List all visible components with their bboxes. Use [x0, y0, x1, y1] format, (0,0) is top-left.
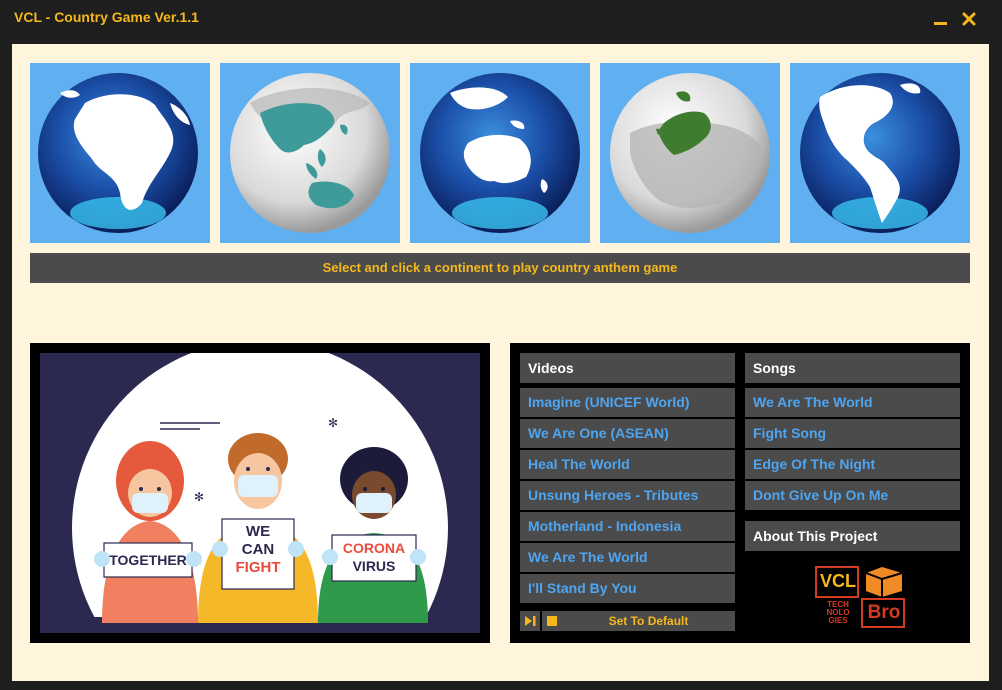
sign-we-can-fight: WE CAN FIGHT — [222, 523, 294, 577]
svg-text:✻: ✻ — [194, 490, 204, 504]
sign-corona: CORONA — [342, 540, 406, 556]
sign-fight: FIGHT — [235, 559, 281, 576]
continent-africa-tile[interactable] — [30, 63, 210, 243]
vcl-bro-logo: VCL TECH NOLO GIES Bro — [810, 565, 910, 629]
stop-button[interactable] — [542, 611, 562, 631]
title-bar: VCL - Country Game Ver.1.1 — [0, 0, 1002, 44]
song-item[interactable]: We Are The World — [745, 388, 960, 417]
illustration-art: ✻ ✻ — [40, 353, 480, 633]
europe-globe-icon — [610, 73, 770, 233]
sign-we: WE — [245, 523, 271, 540]
continent-america-tile[interactable] — [790, 63, 970, 243]
video-item[interactable]: I'll Stand By You — [520, 574, 735, 603]
song-item[interactable]: Edge Of The Night — [745, 450, 960, 479]
continent-europe-tile[interactable] — [600, 63, 780, 243]
stop-icon — [547, 616, 557, 626]
logo-technologies-text: TECH NOLO GIES — [818, 601, 858, 625]
sign-can: CAN — [241, 541, 275, 558]
logo-vcl-text: VCL — [820, 571, 856, 591]
video-item[interactable]: We Are One (ASEAN) — [520, 419, 735, 448]
minimize-icon — [934, 22, 947, 25]
set-to-default-button[interactable]: Set To Default — [562, 611, 735, 631]
america-globe-icon — [800, 73, 960, 233]
sign-virus: VIRUS — [352, 558, 396, 574]
svg-text:✻: ✻ — [328, 416, 338, 430]
logo-gies: GIES — [828, 616, 848, 625]
logo-bro-text: Bro — [867, 602, 901, 623]
about-project-button[interactable]: About This Project — [745, 521, 960, 551]
play-next-button[interactable] — [520, 611, 540, 631]
continent-asia-tile[interactable] — [220, 63, 400, 243]
sign-together: TOGETHER — [109, 552, 187, 568]
song-item[interactable]: Dont Give Up On Me — [745, 481, 960, 510]
window-title: VCL - Country Game Ver.1.1 — [14, 9, 199, 25]
song-item[interactable]: Fight Song — [745, 419, 960, 448]
minimize-button[interactable] — [930, 8, 952, 30]
songs-header: Songs — [745, 353, 960, 383]
videos-header: Videos — [520, 353, 735, 383]
play-next-icon — [525, 616, 536, 626]
video-item[interactable]: Heal The World — [520, 450, 735, 479]
instruction-bar: Select and click a continent to play cou… — [30, 253, 970, 283]
corona-illustration: ✻ ✻ TOGETHER WE CAN FIGHT CORONA VIRUS — [40, 353, 480, 633]
video-item[interactable]: We Are The World — [520, 543, 735, 572]
illustration-panel: ✻ ✻ TOGETHER WE CAN FIGHT CORONA VIRUS — [30, 343, 490, 643]
close-button[interactable] — [958, 8, 980, 30]
main-content: Select and click a continent to play cou… — [12, 44, 989, 681]
africa-globe-icon — [38, 73, 198, 233]
sign-corona-virus: CORONA VIRUS — [332, 539, 416, 575]
video-item[interactable]: Imagine (UNICEF World) — [520, 388, 735, 417]
australia-globe-icon — [420, 73, 580, 233]
media-panel: Videos Imagine (UNICEF World) We Are One… — [510, 343, 970, 643]
video-item[interactable]: Motherland - Indonesia — [520, 512, 735, 541]
continent-australia-tile[interactable] — [410, 63, 590, 243]
asia-globe-icon — [230, 73, 390, 233]
close-icon — [962, 12, 976, 26]
video-item[interactable]: Unsung Heroes - Tributes — [520, 481, 735, 510]
